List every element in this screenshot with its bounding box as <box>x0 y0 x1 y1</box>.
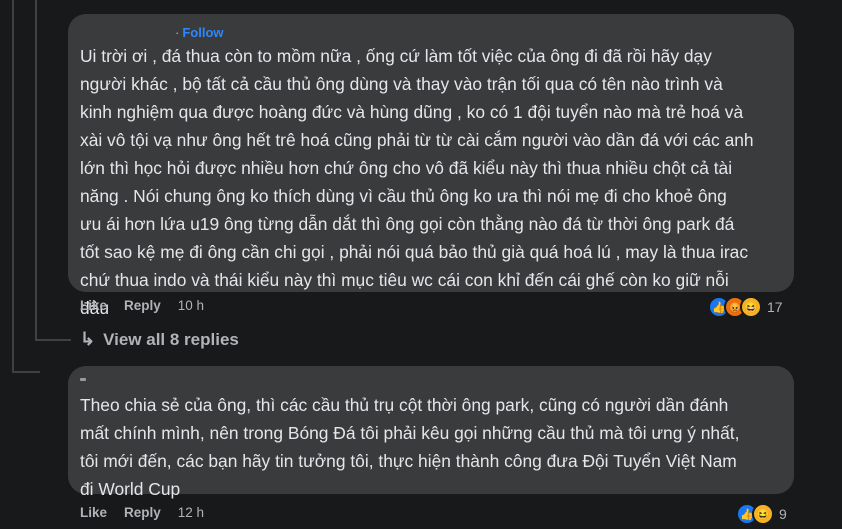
like-button[interactable]: Like <box>80 505 107 520</box>
reply-arrow-icon: ↳ <box>80 329 96 349</box>
haha-icon: 😆 <box>740 296 762 318</box>
view-replies-link[interactable]: ↳ View all 8 replies <box>80 329 239 350</box>
comment-actions-2: Like Reply 12 h <box>80 505 221 520</box>
comment-text-2: Theo chia sẻ của ông, thì các cầu thủ tr… <box>80 395 740 499</box>
comment-bubble: · Follow Ui trời ơi , đá thua còn to mồm… <box>68 14 794 318</box>
comment-actions: Like Reply 10 h <box>80 298 221 313</box>
comment-text: Ui trời ơi , đá thua còn to mồm nữa , ốn… <box>80 46 754 318</box>
reaction-count: 17 <box>767 299 783 315</box>
reaction-summary-2[interactable]: 👍 😆 9 <box>736 503 787 525</box>
comment-time[interactable]: 12 h <box>178 505 204 520</box>
reaction-summary[interactable]: 👍 😡 😆 17 <box>708 296 783 318</box>
reply-button[interactable]: Reply <box>124 298 161 313</box>
author-name[interactable] <box>80 27 172 38</box>
haha-icon: 😆 <box>752 503 774 525</box>
author-name[interactable] <box>80 378 86 381</box>
comment-time[interactable]: 10 h <box>178 298 204 313</box>
like-button[interactable]: Like <box>80 298 107 313</box>
thread-line-elbow-2 <box>12 371 40 373</box>
reaction-count: 9 <box>779 506 787 522</box>
comment-author[interactable]: · Follow <box>80 25 224 40</box>
thread-line-elbow <box>35 339 71 341</box>
comment-bubble-2: Theo chia sẻ của ông, thì các cầu thủ tr… <box>68 366 794 499</box>
thread-line-left <box>12 0 14 372</box>
reply-button[interactable]: Reply <box>124 505 161 520</box>
thread-line-vertical <box>35 0 37 340</box>
follow-button[interactable]: Follow <box>182 25 223 40</box>
view-replies-label: View all 8 replies <box>103 329 239 349</box>
